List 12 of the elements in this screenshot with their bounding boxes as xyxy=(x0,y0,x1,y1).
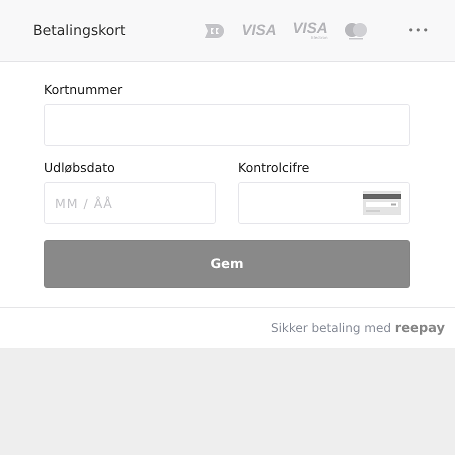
visa-logo: VISA xyxy=(292,21,328,36)
expiry-field[interactable]: MM / ÅÅ xyxy=(44,182,216,224)
field-label: Udløbsdato xyxy=(44,160,116,175)
visa-logo: VISA xyxy=(242,22,277,39)
save-button[interactable]: Gem xyxy=(44,240,410,288)
field-label: Kontrolcifre xyxy=(238,160,310,175)
menu-icon[interactable]: ••• xyxy=(408,24,430,37)
page-title: Betalingskort xyxy=(33,22,127,38)
field-label: Kortnummer xyxy=(44,82,124,97)
secure-payment-text: Sikker betaling med reepay xyxy=(270,320,445,336)
overlapping-circles-icon xyxy=(344,22,368,40)
card-back-icon xyxy=(363,191,401,215)
